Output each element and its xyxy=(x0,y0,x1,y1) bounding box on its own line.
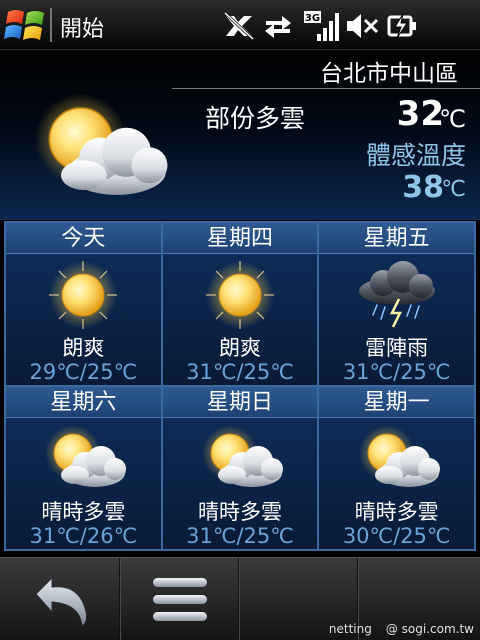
forecast-day-card[interactable]: 星期五 雷陣雨 31℃/25℃ xyxy=(319,223,474,385)
thunderstorm-icon xyxy=(349,259,445,331)
partly-cloudy-icon xyxy=(35,423,131,495)
speaker-muted-icon[interactable] xyxy=(345,10,379,42)
forecast-day-card[interactable]: 星期一 晴時多雲 30℃/25℃ xyxy=(319,387,474,549)
forecast-grid: 今天 朗爽 29℃/25℃ 星期四 朗爽 31℃/25℃ 星期五 雷陣雨 31℃… xyxy=(4,221,476,551)
forecast-day-name: 星期五 xyxy=(319,223,474,254)
forecast-temp-range: 31℃/25℃ xyxy=(186,524,294,548)
back-icon xyxy=(35,576,87,627)
forecast-condition: 晴時多雲 xyxy=(41,500,126,524)
partly-cloudy-icon xyxy=(192,423,288,495)
start-label[interactable]: 開始 xyxy=(60,11,104,43)
forecast-temp-range: 30℃/25℃ xyxy=(342,524,451,548)
current-condition: 部份多雲 xyxy=(205,104,306,133)
sunny-icon xyxy=(192,259,288,331)
watermark: netting @ sogi.com.tw xyxy=(329,622,474,636)
forecast-day-name: 星期六 xyxy=(6,387,161,418)
forecast-condition: 晴時多雲 xyxy=(354,500,439,524)
forecast-day-card[interactable]: 星期四 朗爽 31℃/25℃ xyxy=(162,223,318,385)
location-label[interactable]: 台北市中山區 xyxy=(320,54,458,88)
forecast-temp-range: 31℃/25℃ xyxy=(342,360,451,384)
3g-badge-text: 3G xyxy=(305,13,320,24)
menu-button[interactable] xyxy=(121,558,239,640)
feels-like-temperature: 38 xyxy=(402,170,444,205)
forecast-condition: 朗爽 xyxy=(218,336,261,360)
current-temperature: 32 xyxy=(396,94,444,134)
windows-logo-icon[interactable] xyxy=(4,6,48,44)
status-bar: 開始 3G xyxy=(0,0,480,50)
start-separator xyxy=(50,8,52,42)
feels-like-unit: ℃ xyxy=(441,177,466,202)
battery-charging-icon[interactable] xyxy=(385,10,419,42)
data-transfer-icon[interactable] xyxy=(262,10,294,42)
back-button[interactable] xyxy=(0,558,120,640)
forecast-day-name: 星期四 xyxy=(162,223,318,254)
partly-cloudy-icon xyxy=(349,423,445,495)
watermark-site: @ sogi.com.tw xyxy=(385,622,474,636)
partly-cloudy-icon xyxy=(16,90,178,208)
forecast-temp-range: 31℃/25℃ xyxy=(186,360,294,384)
softkey-bar: netting @ sogi.com.tw xyxy=(0,557,480,640)
location-divider xyxy=(172,88,480,89)
watermark-user: netting xyxy=(328,622,372,636)
menu-icon xyxy=(153,578,207,621)
forecast-temp-range: 29℃/25℃ xyxy=(29,360,138,384)
forecast-condition: 朗爽 xyxy=(62,336,105,360)
forecast-day-card[interactable]: 星期六 晴時多雲 31℃/26℃ xyxy=(6,387,161,549)
current-conditions: 台北市中山區 部份多雲 32 ℃ 體感溫度 38 ℃ xyxy=(0,50,480,220)
feels-like-label: 體感溫度 xyxy=(365,141,466,170)
forecast-day-name: 星期一 xyxy=(319,387,474,418)
forecast-day-name: 今天 xyxy=(6,223,161,254)
current-temperature-unit: ℃ xyxy=(439,105,466,133)
3g-signal-icon[interactable]: 3G xyxy=(303,10,339,42)
forecast-temp-range: 31℃/26℃ xyxy=(29,524,138,548)
no-connection-icon[interactable] xyxy=(222,10,256,42)
forecast-day-card[interactable]: 星期日 晴時多雲 31℃/25℃ xyxy=(162,387,318,549)
forecast-condition: 晴時多雲 xyxy=(197,500,282,524)
forecast-day-card[interactable]: 今天 朗爽 29℃/25℃ xyxy=(6,223,161,385)
forecast-condition: 雷陣雨 xyxy=(365,336,429,360)
forecast-day-name: 星期日 xyxy=(162,387,318,418)
sunny-icon xyxy=(35,259,131,331)
